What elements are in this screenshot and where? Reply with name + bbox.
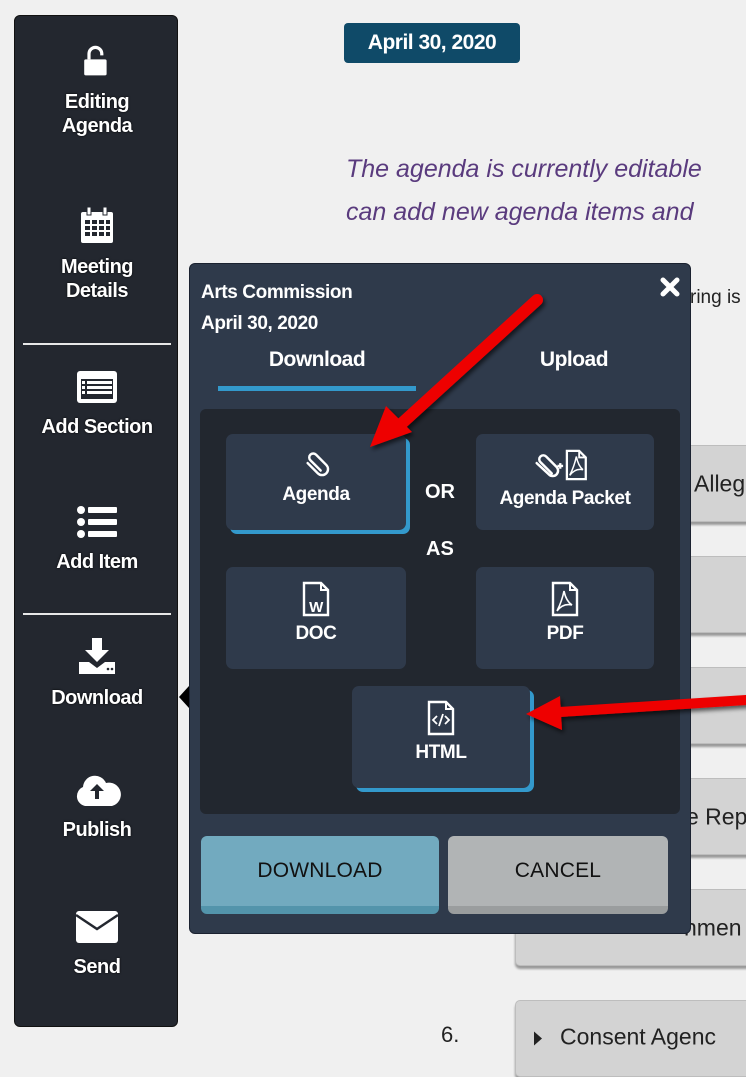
notice-line: can add new agenda items and [346,198,694,226]
calendar-icon [81,206,113,243]
expand-caret-icon[interactable] [534,1031,542,1046]
sidebar-divider [23,343,171,345]
pdf-file-icon [551,581,579,617]
paperclip-plus-pdf-icon [535,449,587,481]
dialog-title: Arts Commission April 30, 2020 [201,277,353,339]
sidebar-item-label: Meeting [60,256,134,278]
option-label: Agenda Packet [499,488,631,509]
note-text: ring is [690,287,741,308]
agenda-item-number: 6. [441,1022,460,1047]
tab-upload[interactable]: Upload [480,348,668,372]
notice-line: The agenda is currently editable [346,155,702,183]
sidebar-item-label: Send [73,956,121,978]
sidebar-item-download[interactable]: Download [15,636,179,710]
envelope-icon [75,911,119,943]
download-options-panel: Agenda OR Agenda Packet AS W DOC PDF HTM… [200,409,680,814]
unlock-icon [84,45,107,76]
format-pdf[interactable]: PDF [476,567,654,669]
sidebar-active-pointer [179,686,189,708]
download-button[interactable]: DOWNLOAD [201,836,439,914]
sidebar: Editing Agenda Meeting Details Add Secti… [14,15,189,1027]
sidebar-item-label: Editing [64,91,130,113]
sidebar-item-label: Download [51,687,143,709]
sidebar-item-send[interactable]: Send [15,909,179,979]
sidebar-item-publish[interactable]: Publish [15,772,179,842]
agenda-item-title: nmen [684,914,742,940]
active-tab-indicator [218,386,416,391]
sidebar-item-meeting-details[interactable]: Meeting Details [15,205,179,303]
agenda-item-title: Consent Agenc [560,1023,717,1050]
sidebar-item-label: Agenda [61,115,133,137]
download-icon [79,638,115,674]
dialog-meeting-date: April 30, 2020 [201,313,318,334]
sidebar-item-label: Add Section [41,416,153,438]
sidebar-item-label: Publish [62,819,132,841]
agenda-item-title: Alleg [694,470,746,496]
svg-text:W: W [309,599,324,616]
agenda-editable-notice: The agenda is currently editable can add… [346,148,746,234]
option-label: Agenda [282,484,350,505]
sidebar-item-add-item[interactable]: Add Item [15,504,179,574]
or-separator: OR [425,481,455,503]
sidebar-item-label: Details [65,280,129,302]
sidebar-item-label: Add Item [56,551,138,573]
section-list-icon [77,371,117,403]
word-file-icon: W [302,581,330,617]
agenda-item-consent[interactable]: Consent Agenc [515,1000,746,1077]
download-dialog: Arts Commission April 30, 2020 Download … [189,263,691,934]
html-file-icon [427,700,455,736]
option-label: DOC [295,623,337,644]
agenda-item-title: e Rep [686,803,746,829]
format-html[interactable]: HTML [352,686,530,788]
dialog-meeting-name: Arts Commission [201,282,353,303]
option-agenda-packet[interactable]: Agenda Packet [476,434,654,530]
tab-download[interactable]: Download [218,348,416,372]
option-agenda[interactable]: Agenda [226,434,406,530]
close-icon[interactable] [659,276,681,298]
cloud-upload-icon [76,775,121,806]
option-label: PDF [546,623,584,644]
meeting-date-badge: April 30, 2020 [344,23,520,63]
option-label: HTML [415,742,467,763]
cancel-button[interactable]: CANCEL [448,836,668,914]
sidebar-item-editing-agenda[interactable]: Editing Agenda [15,42,179,138]
paperclip-icon [306,452,330,477]
sidebar-divider [23,613,171,615]
sidebar-item-add-section[interactable]: Add Section [15,369,179,439]
as-separator: AS [426,538,454,560]
format-doc[interactable]: W DOC [226,567,406,669]
list-icon [77,506,117,538]
